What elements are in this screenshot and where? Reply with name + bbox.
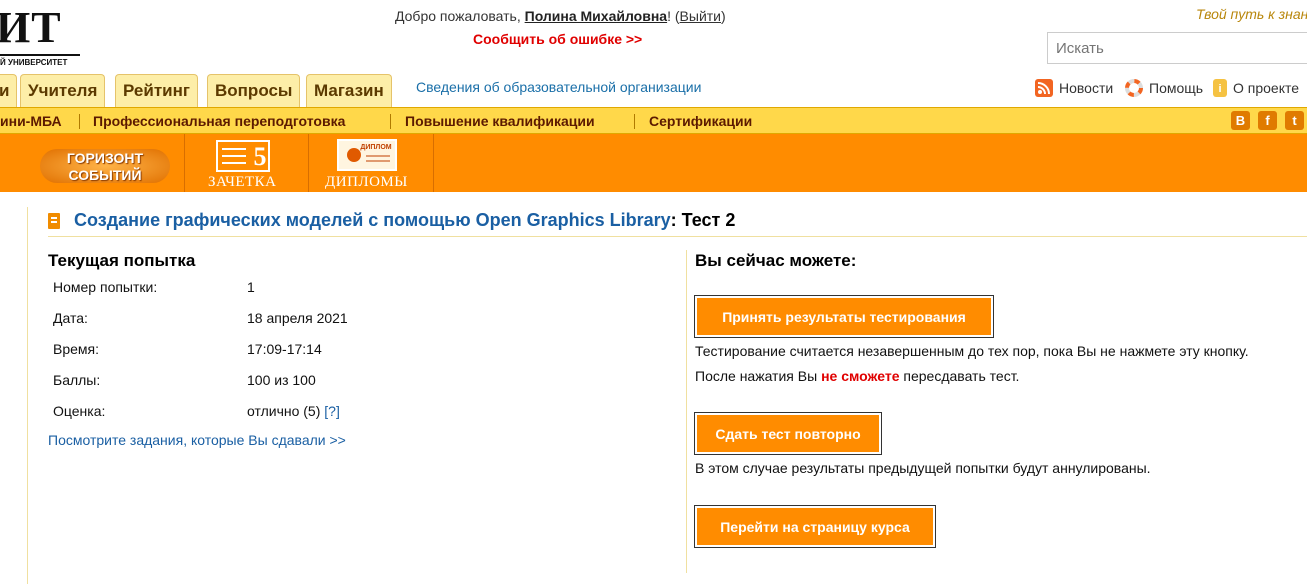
accept-results-label: Принять результаты тестирования (697, 298, 991, 335)
menu-item-mba[interactable]: ини-МБА (0, 113, 62, 129)
search-input[interactable] (1047, 32, 1307, 64)
menu-item-retraining[interactable]: Профессиональная переподготовка (93, 113, 345, 129)
attempt-number-value: 1 (247, 279, 255, 295)
accept-note-2-suffix: пересдавать тест. (899, 368, 1020, 384)
info-badge-icon: i (1213, 79, 1227, 97)
news-label: Новости (1059, 80, 1114, 96)
tab-questions[interactable]: Вопросы (207, 74, 301, 108)
zachetka-button[interactable]: 5 ЗАЧЕТКА (185, 134, 309, 192)
grade-help-link[interactable]: [?] (324, 403, 340, 419)
grade-text: отлично (5) (247, 403, 325, 419)
horizon-events-button[interactable]: ГОРИЗОНТ СОБЫТИЙ (30, 141, 180, 189)
site-logo[interactable]: ИТ Й УНИВЕРСИТЕТ (0, 3, 90, 67)
tab-partial[interactable]: и (0, 74, 18, 108)
slogan: Твой путь к знаниям (1196, 6, 1307, 22)
svg-text:i: i (1218, 83, 1221, 95)
course-title-link[interactable]: Создание графических моделей с помощью O… (74, 210, 671, 231)
user-name-link[interactable]: Полина Михайловна (525, 8, 667, 24)
record-book-icon: 5 (216, 140, 270, 172)
tab-teachers[interactable]: Учителя (20, 74, 106, 108)
about-link[interactable]: i О проекте (1213, 79, 1299, 97)
menu-item-qualification[interactable]: Повышение квалификации (405, 113, 595, 129)
date-label: Дата: (53, 310, 88, 326)
logo-text: ИТ (0, 3, 62, 52)
attempt-heading: Текущая попытка (48, 251, 196, 270)
logo-divider (0, 54, 80, 56)
rss-icon (1035, 79, 1053, 97)
vk-icon[interactable]: В (1231, 111, 1250, 130)
column-divider (686, 250, 687, 573)
retake-test-label: Сдать тест повторно (697, 415, 879, 452)
grade-value: отлично (5) [?] (247, 403, 340, 419)
retake-note: В этом случае результаты предыдущей попы… (695, 460, 1151, 476)
accept-note-2-prefix: После нажатия Вы (695, 368, 822, 384)
cannot-retake-emphasis: не сможете (821, 368, 900, 384)
menu-separator (79, 114, 80, 129)
page-title: Создание графических моделей с помощью O… (48, 210, 735, 231)
feature-bar: ГОРИЗОНТ СОБЫТИЙ 5 ЗАЧЕТКА ДИПЛОМ ДИПЛОМ… (0, 134, 1307, 192)
lifebuoy-icon (1125, 79, 1143, 97)
tab-rating[interactable]: Рейтинг (115, 74, 198, 108)
horizon-line1: ГОРИЗОНТ (66, 150, 144, 166)
grade-label: Оценка: (53, 403, 106, 419)
content-left-border (27, 207, 28, 584)
time-value: 17:09-17:14 (247, 341, 322, 357)
welcome-message: Добро пожаловать, Полина Михайловна! (Вы… (395, 8, 726, 24)
welcome-close: ) (721, 8, 726, 24)
horizon-line2: СОБЫТИЙ (68, 167, 142, 183)
program-menu: ини-МБА Профессиональная переподготовка … (0, 107, 1307, 134)
logout-link[interactable]: Выйти (680, 8, 721, 24)
org-info-link[interactable]: Сведения об образовательной организации (416, 79, 701, 95)
diplomas-button[interactable]: ДИПЛОМ ДИПЛОМЫ (309, 134, 434, 192)
score-value: 100 из 100 (247, 372, 316, 388)
diplomas-label: ДИПЛОМЫ (325, 174, 408, 190)
tab-shop[interactable]: Магазин (306, 74, 392, 108)
diploma-icon: ДИПЛОМ (337, 139, 397, 171)
accept-note-2: После нажатия Вы не сможете пересдавать … (695, 368, 1019, 384)
attempt-number-label: Номер попытки: (53, 279, 158, 295)
date-value: 18 апреля 2021 (247, 310, 348, 326)
welcome-prefix: Добро пожаловать, (395, 8, 525, 24)
accept-note-1: Тестирование считается незавершенным до … (695, 343, 1249, 359)
menu-separator (634, 114, 635, 129)
news-link[interactable]: Новости (1035, 79, 1113, 97)
zachetka-label: ЗАЧЕТКА (208, 174, 277, 190)
help-link[interactable]: Помощь (1125, 79, 1203, 97)
menu-separator (390, 114, 391, 129)
menu-item-certification[interactable]: Сертификации (649, 113, 752, 129)
retake-test-button[interactable]: Сдать тест повторно (694, 412, 882, 455)
welcome-excl: ! ( (667, 8, 680, 24)
zachetka-number: 5 (254, 142, 267, 171)
help-label: Помощь (1149, 80, 1204, 96)
twitter-icon[interactable]: t (1285, 111, 1304, 130)
book-icon (48, 212, 60, 229)
about-label: О проекте (1233, 80, 1300, 96)
title-divider (48, 236, 1307, 237)
see-tasks-link[interactable]: Посмотрите задания, которые Вы сдавали >… (48, 432, 346, 448)
report-error-link[interactable]: Сообщить об ошибке >> (473, 31, 642, 47)
go-to-course-label: Перейти на страницу курса (697, 508, 933, 545)
score-label: Баллы: (53, 372, 101, 388)
facebook-icon[interactable]: f (1258, 111, 1277, 130)
go-to-course-button[interactable]: Перейти на страницу курса (694, 505, 936, 548)
accept-results-button[interactable]: Принять результаты тестирования (694, 295, 994, 338)
logo-subtext: Й УНИВЕРСИТЕТ (0, 58, 68, 67)
time-label: Время: (53, 341, 100, 357)
actions-heading: Вы сейчас можете: (695, 251, 857, 270)
diploma-badge-text: ДИПЛОМ (360, 144, 391, 151)
test-name: : Тест 2 (670, 210, 736, 230)
